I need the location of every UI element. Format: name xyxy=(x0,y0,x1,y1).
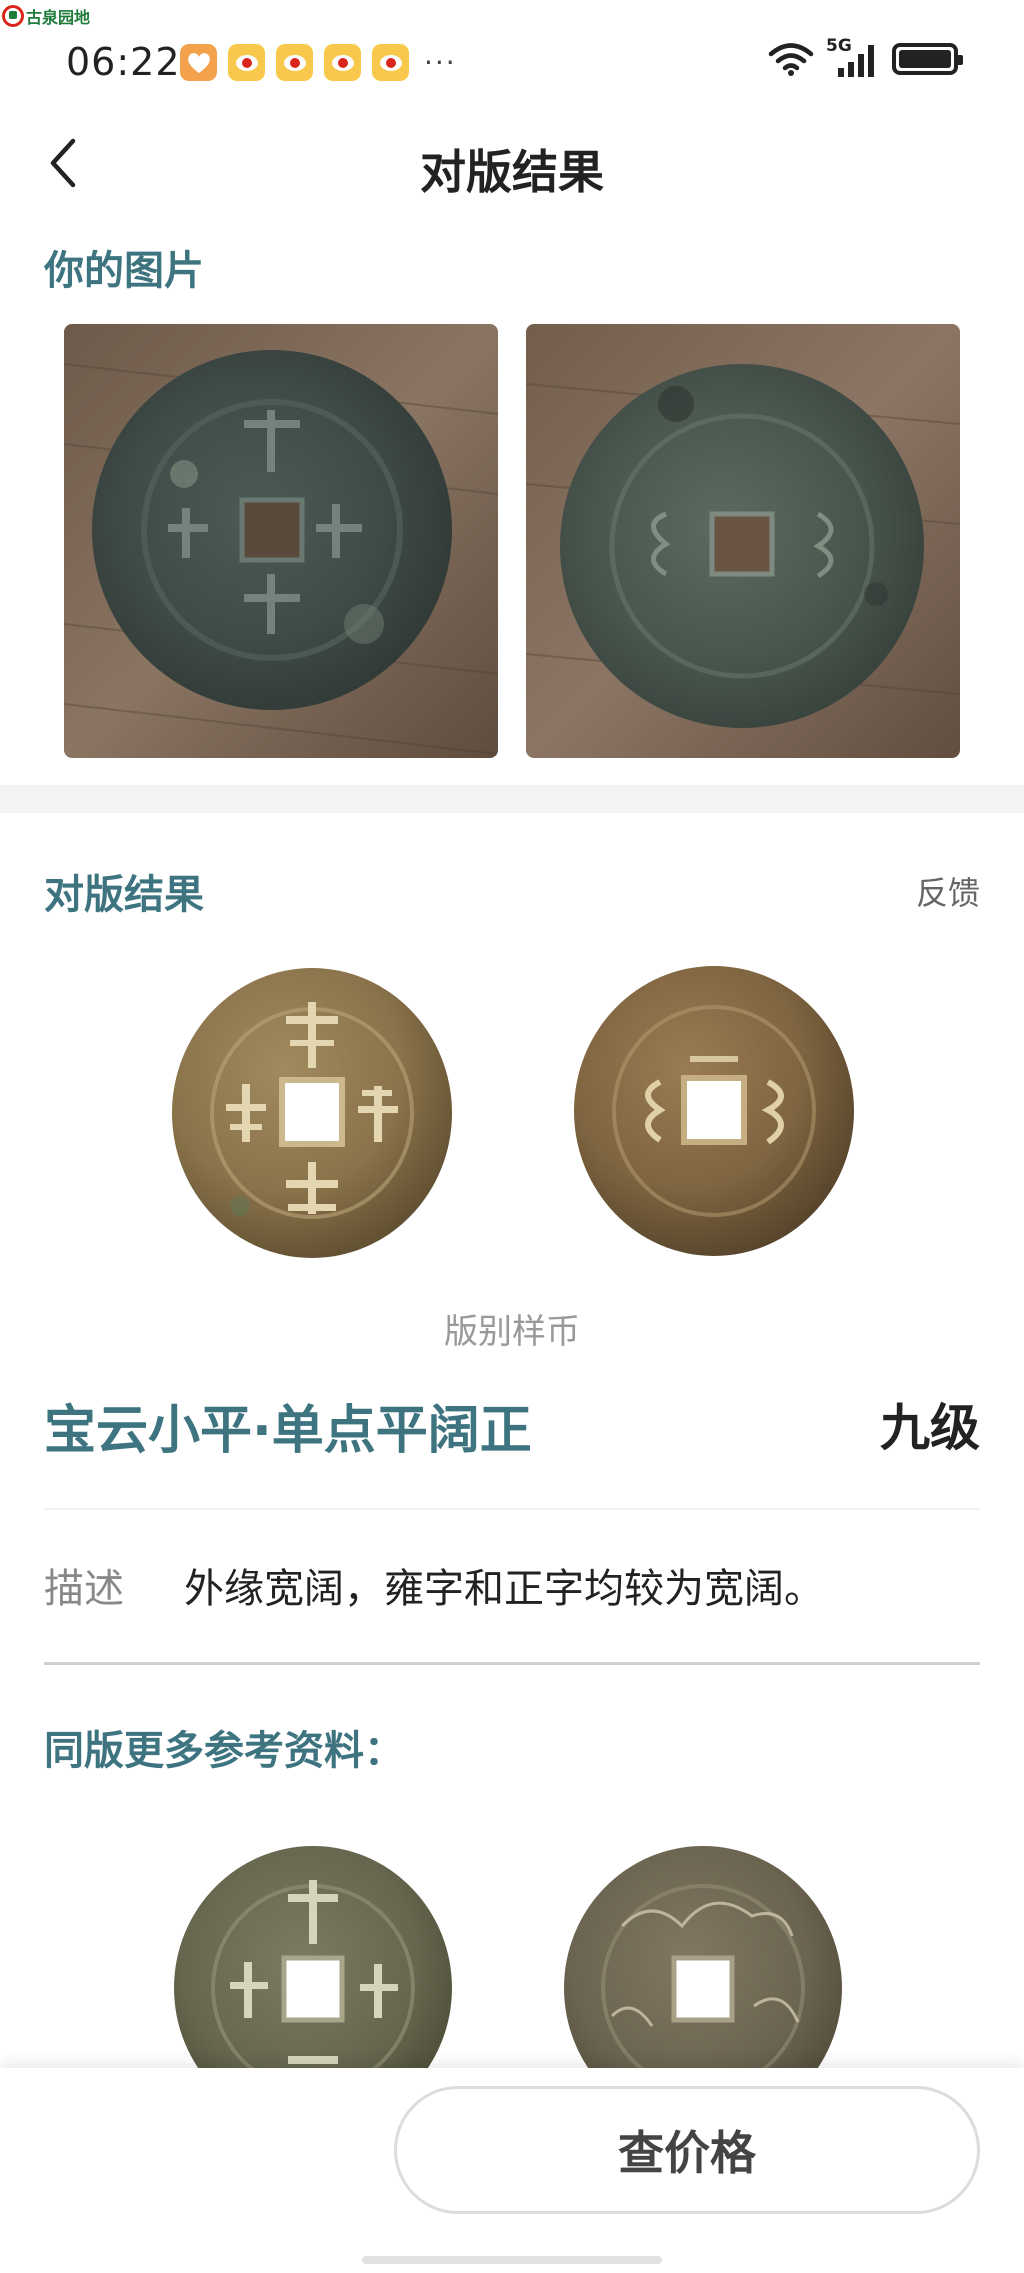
app-watermark: 古泉园地 xyxy=(2,4,90,28)
your-photos-heading: 你的图片 xyxy=(44,248,204,294)
wifi-icon xyxy=(768,43,814,76)
watermark-text: 古泉园地 xyxy=(26,8,91,27)
version-name: 宝云小平·单点平阔正 xyxy=(44,1401,532,1461)
sample-coin-obverse[interactable] xyxy=(170,966,454,1260)
feedback-link[interactable]: 反馈 xyxy=(916,868,980,914)
sample-coin-reverse[interactable] xyxy=(572,964,856,1258)
more-references-heading: 同版更多参考资料： xyxy=(44,1728,404,1774)
coin-obverse-photo xyxy=(64,324,498,758)
weibo-icon xyxy=(276,44,313,81)
result-heading: 对版结果 xyxy=(44,872,204,918)
watermark-logo-icon xyxy=(2,5,24,27)
section-divider xyxy=(0,785,1024,813)
nav-header: 对版结果 xyxy=(0,118,1024,208)
weibo-icon xyxy=(324,44,361,81)
grade-label: 九级 xyxy=(880,1399,980,1457)
divider xyxy=(44,1662,980,1665)
weibo-icon xyxy=(372,44,409,81)
description-text: 外缘宽阔，雍字和正字均较为宽阔。 xyxy=(184,1566,824,1612)
check-price-button[interactable]: 查价格 xyxy=(394,2086,980,2214)
coin-reverse-photo xyxy=(526,324,960,758)
divider xyxy=(44,1508,980,1510)
more-notifications-icon: ··· xyxy=(424,46,457,79)
cellular-signal-icon: 5G xyxy=(826,36,880,78)
status-time: 06:22 xyxy=(66,40,181,84)
page-title: 对版结果 xyxy=(420,145,604,199)
description-label: 描述 xyxy=(44,1566,124,1612)
sample-coin-caption: 版别样币 xyxy=(444,1312,580,1352)
battery-icon xyxy=(892,43,963,75)
weibo-icon xyxy=(228,44,265,81)
status-bar: 06:22 ··· 5G xyxy=(0,34,1024,90)
notification-icons: ··· xyxy=(180,44,457,81)
user-photo-reverse[interactable] xyxy=(526,324,960,758)
user-photo-obverse[interactable] xyxy=(64,324,498,758)
reference-coin-reverse[interactable] xyxy=(562,1846,844,2076)
reference-coin-obverse[interactable] xyxy=(172,1846,454,2076)
home-indicator[interactable] xyxy=(362,2256,662,2264)
system-icons: 5G xyxy=(768,36,963,78)
heart-app-icon xyxy=(180,44,217,81)
